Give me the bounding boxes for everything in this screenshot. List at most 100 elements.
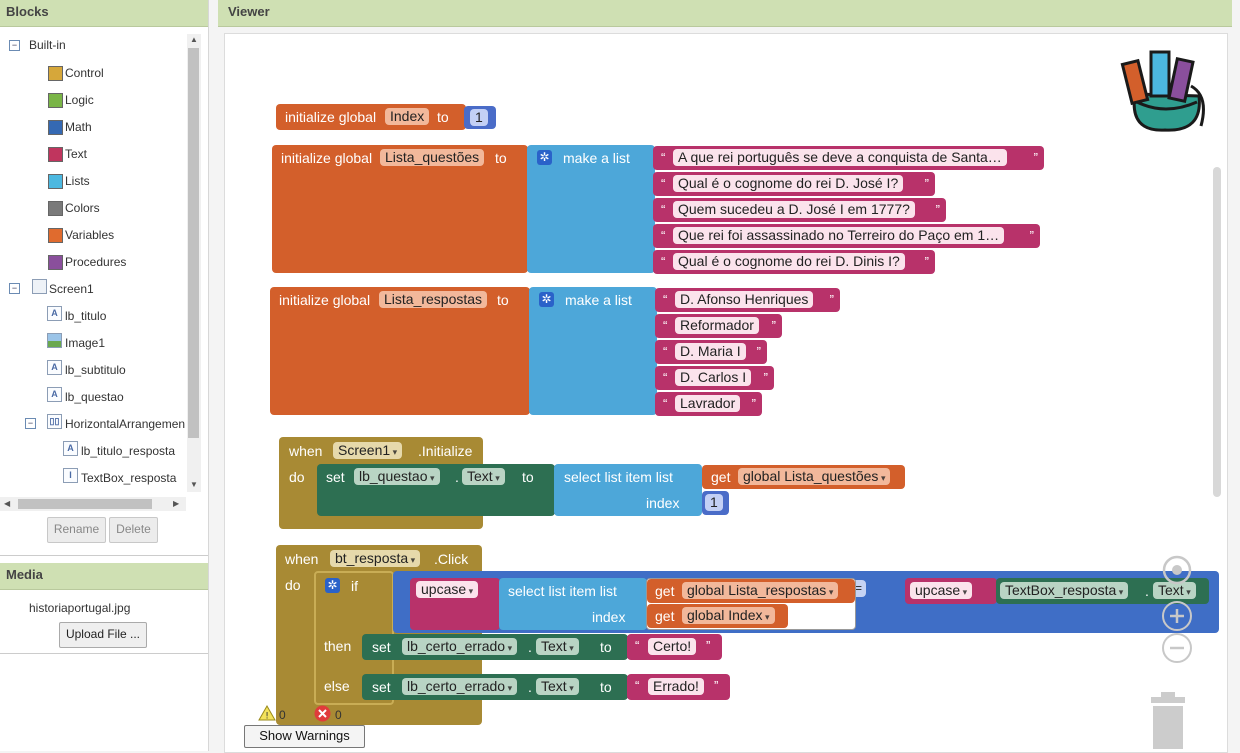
mutator-gear-icon[interactable]: ✲: [325, 578, 340, 593]
text-string-value[interactable]: Reformador: [675, 317, 759, 334]
text-property-dropdown[interactable]: Text: [536, 638, 579, 655]
text-string-value[interactable]: Qual é o cognome do rei D. José I?: [673, 175, 904, 192]
rename-button[interactable]: Rename: [47, 517, 106, 543]
get-respostas-block[interactable]: get global Lista_respostas: [647, 579, 855, 603]
tree-item-horizontal-arrangement[interactable]: HorizontalArrangemen: [65, 415, 185, 433]
tree-item-screen1[interactable]: Screen1: [49, 280, 94, 298]
text-string-block[interactable]: “ Qual é o cognome do rei D. Dinis I? ”: [653, 250, 935, 274]
show-warnings-button[interactable]: Show Warnings: [244, 725, 365, 748]
text-string-block[interactable]: “ D. Carlos I ”: [655, 366, 774, 390]
category-lists[interactable]: Lists: [65, 172, 90, 190]
make-list-block-respostas[interactable]: ✲ make a list: [529, 287, 657, 415]
questoes-var-dropdown[interactable]: global Lista_questões: [738, 468, 891, 485]
text-string-block[interactable]: “ D. Afonso Henriques ”: [655, 288, 840, 312]
text-string-block[interactable]: “ Que rei foi assassinado no Terreiro do …: [653, 224, 1040, 248]
number-block[interactable]: 1: [464, 106, 496, 129]
scroll-left-icon[interactable]: ◀: [4, 499, 10, 508]
tree-item-lb-subtitulo[interactable]: lb_subtitulo: [65, 361, 126, 379]
text-certo-value[interactable]: Certo!: [648, 638, 697, 655]
init-respostas-block[interactable]: initialize global Lista_respostas to: [270, 287, 530, 415]
recenter-icon[interactable]: [1160, 553, 1196, 589]
delete-button[interactable]: Delete: [109, 517, 158, 543]
lb-certo-errado-dropdown[interactable]: lb_certo_errado: [402, 638, 518, 655]
index-var-dropdown[interactable]: global Index: [682, 607, 775, 624]
tree-item-lb-titulo-resposta[interactable]: lb_titulo_resposta: [81, 442, 175, 460]
backpack-icon[interactable]: [1117, 46, 1209, 132]
text-property-dropdown[interactable]: Text: [462, 468, 505, 485]
text-string-value[interactable]: D. Carlos I: [675, 369, 752, 386]
tree-horizontal-scrollbar[interactable]: ◀ ▶: [0, 497, 186, 511]
screen1-dropdown[interactable]: Screen1: [333, 442, 403, 459]
select-list-item-block-2[interactable]: select list item list index: [499, 578, 647, 630]
text-errado-block[interactable]: “ Errado! ”: [627, 674, 730, 700]
init-index-name-field[interactable]: Index: [385, 108, 430, 125]
upcase-block-right[interactable]: upcase: [905, 578, 997, 604]
category-control[interactable]: Control: [65, 64, 104, 82]
collapse-arrangement-icon[interactable]: −: [25, 418, 36, 429]
tree-item-lb-questao[interactable]: lb_questao: [65, 388, 124, 406]
scroll-down-icon[interactable]: ▼: [190, 480, 198, 489]
tree-item-textbox-resposta[interactable]: TextBox_resposta: [81, 469, 176, 487]
upcase-block-left[interactable]: upcase: [410, 578, 500, 630]
mutator-gear-icon[interactable]: ✲: [537, 150, 552, 165]
text-string-block[interactable]: “ Lavrador ”: [655, 392, 762, 416]
init-questoes-block[interactable]: initialize global Lista_questões to: [272, 145, 528, 273]
collapse-screen-icon[interactable]: −: [9, 283, 20, 294]
respostas-var-dropdown[interactable]: global Lista_respostas: [682, 582, 839, 599]
category-variables[interactable]: Variables: [65, 226, 114, 244]
zoom-in-icon[interactable]: [1160, 599, 1196, 635]
text-string-value[interactable]: Que rei foi assassinado no Terreiro do P…: [673, 227, 1005, 244]
select-list-item-block[interactable]: select list item list index: [554, 464, 702, 516]
text-certo-block[interactable]: “ Certo! ”: [627, 634, 722, 660]
get-questoes-block[interactable]: get global Lista_questões: [702, 465, 905, 489]
text-string-value[interactable]: D. Maria I: [675, 343, 746, 360]
lb-certo-errado-dropdown[interactable]: lb_certo_errado: [402, 678, 518, 695]
upload-file-button[interactable]: Upload File ...: [59, 622, 147, 648]
set-errado-block[interactable]: set lb_certo_errado . Text to: [362, 674, 628, 700]
text-string-block[interactable]: “ D. Maria I ”: [655, 340, 767, 364]
category-logic[interactable]: Logic: [65, 91, 94, 109]
make-list-block-questoes[interactable]: ✲ make a list: [527, 145, 655, 273]
trash-icon[interactable]: [1145, 689, 1195, 749]
init-index-block[interactable]: initialize global Index to: [276, 104, 466, 130]
category-text[interactable]: Text: [65, 145, 87, 163]
workspace-scrollbar[interactable]: [1213, 167, 1221, 497]
upcase-dropdown[interactable]: upcase: [910, 582, 973, 599]
index-number-value[interactable]: 1: [705, 494, 723, 511]
collapse-builtin-icon[interactable]: −: [9, 40, 20, 51]
text-string-block[interactable]: “ Reformador ”: [655, 314, 782, 338]
init-questoes-name-field[interactable]: Lista_questões: [380, 149, 485, 166]
text-string-value[interactable]: Qual é o cognome do rei D. Dinis I?: [673, 253, 905, 270]
text-string-value[interactable]: Lavrador: [675, 395, 741, 412]
text-string-block[interactable]: “ A que rei português se deve a conquista…: [653, 146, 1044, 170]
scroll-right-icon[interactable]: ▶: [173, 499, 179, 508]
mutator-gear-icon[interactable]: ✲: [539, 292, 554, 307]
lb-questao-dropdown[interactable]: lb_questao: [354, 468, 440, 485]
set-lb-questao-block[interactable]: set lb_questao . Text to: [317, 464, 555, 516]
text-string-value[interactable]: A que rei português se deve a conquista …: [673, 149, 1007, 166]
textbox-resposta-dropdown[interactable]: TextBox_resposta: [1000, 582, 1129, 599]
upcase-dropdown[interactable]: upcase: [416, 581, 479, 598]
scroll-up-icon[interactable]: ▲: [190, 35, 198, 44]
text-string-value[interactable]: D. Afonso Henriques: [675, 291, 814, 308]
get-index-block[interactable]: get global Index: [647, 604, 788, 628]
blocks-workspace[interactable]: initialize global Index to 1 initialize …: [224, 33, 1228, 753]
tree-vertical-scrollbar[interactable]: ▲ ▼: [187, 34, 201, 492]
init-respostas-name-field[interactable]: Lista_respostas: [379, 291, 488, 308]
tree-horizontal-thumb[interactable]: [18, 499, 152, 509]
tree-item-image1[interactable]: Image1: [65, 334, 105, 352]
bt-resposta-dropdown[interactable]: bt_resposta: [330, 550, 421, 567]
text-property-dropdown[interactable]: Text: [536, 678, 579, 695]
index-number-block[interactable]: 1: [702, 491, 729, 515]
set-certo-block[interactable]: set lb_certo_errado . Text to: [362, 634, 628, 660]
zoom-out-icon[interactable]: [1160, 631, 1196, 667]
category-colors[interactable]: Colors: [65, 199, 100, 217]
text-string-block[interactable]: “ Qual é o cognome do rei D. José I? ”: [653, 172, 935, 196]
category-procedures[interactable]: Procedures: [65, 253, 126, 271]
tree-item-lb-titulo[interactable]: lb_titulo: [65, 307, 106, 325]
text-errado-value[interactable]: Errado!: [648, 678, 704, 695]
text-string-value[interactable]: Quem sucedeu a D. José I em 1777?: [673, 201, 915, 218]
media-file[interactable]: historiaportugal.jpg: [29, 601, 130, 615]
tree-vertical-thumb[interactable]: [188, 48, 199, 438]
text-string-block[interactable]: “ Quem sucedeu a D. José I em 1777? ”: [653, 198, 946, 222]
